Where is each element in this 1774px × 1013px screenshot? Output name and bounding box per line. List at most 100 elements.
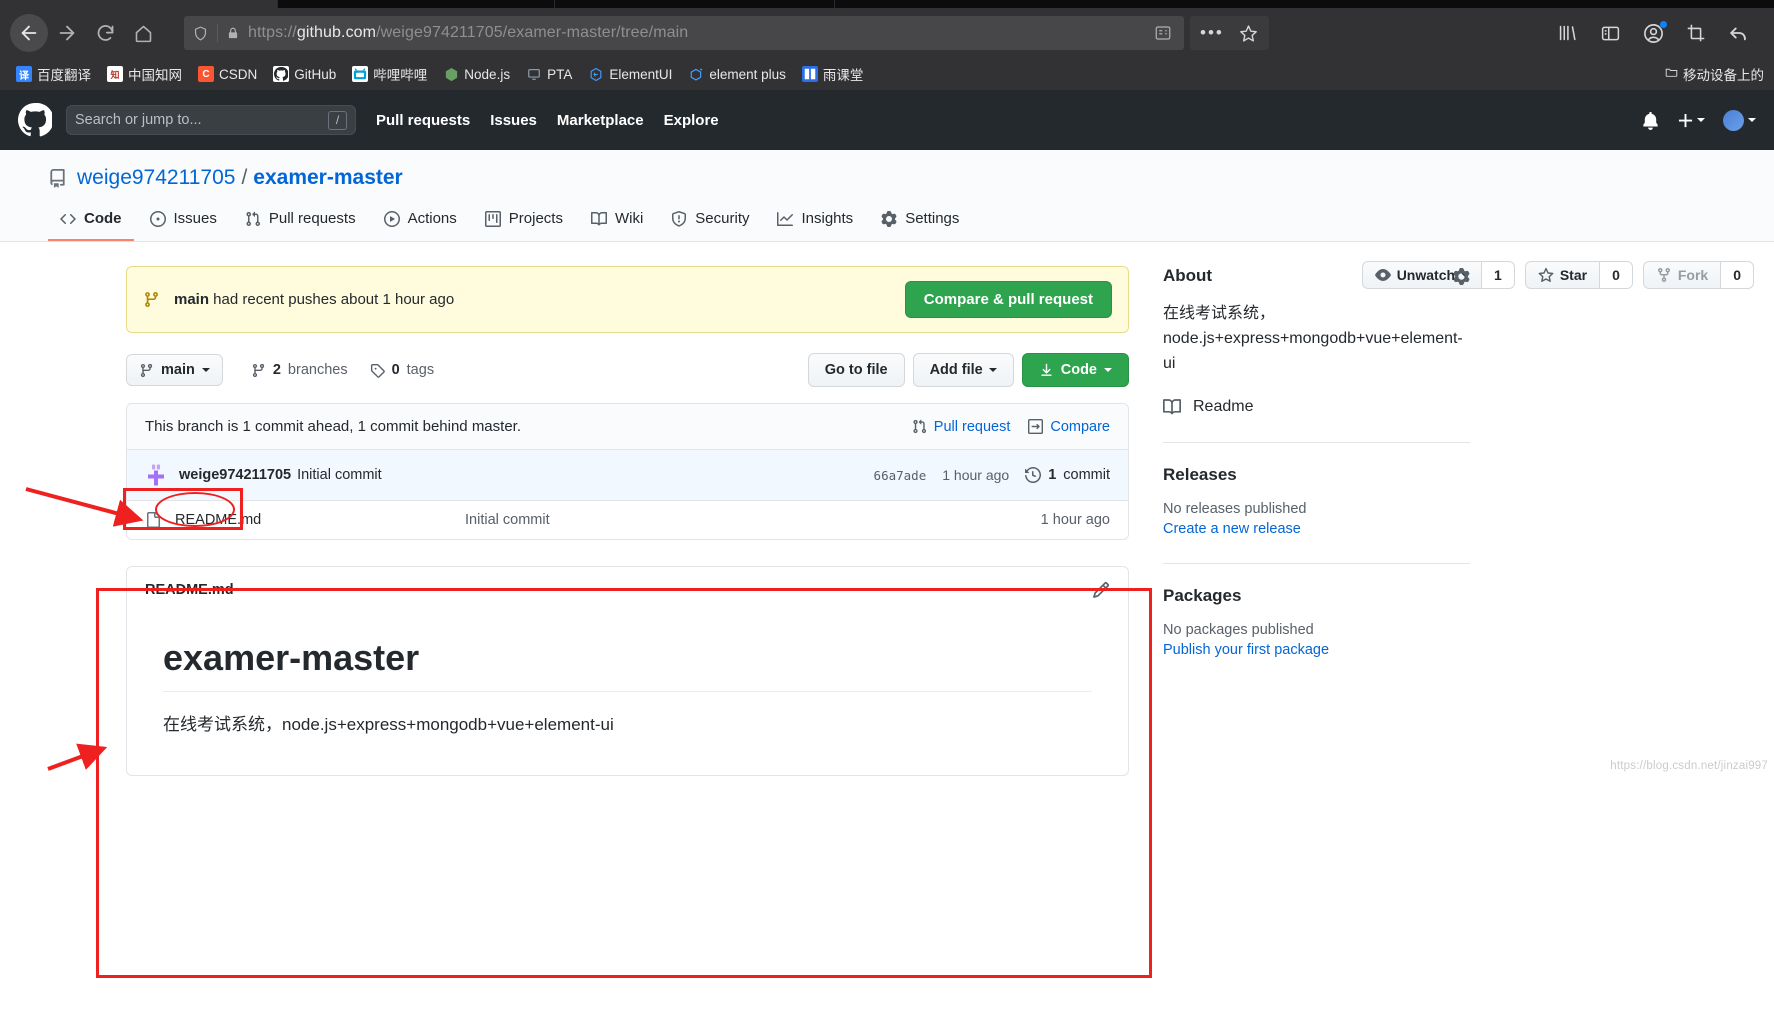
search-placeholder: Search or jump to... [75, 112, 202, 128]
nav-marketplace[interactable]: Marketplace [557, 112, 644, 129]
address-bar[interactable]: https://github.com/weige974211705/examer… [184, 16, 1184, 50]
bookmark-item[interactable]: PTA [518, 64, 580, 84]
library-icon[interactable] [1555, 22, 1579, 44]
forward-button[interactable] [48, 14, 86, 52]
repo-header: weige974211705 / examer-master Code Issu… [0, 150, 1774, 242]
search-input[interactable]: Search or jump to... / [66, 105, 356, 135]
bookmark-item[interactable]: 知 中国知网 [99, 62, 190, 86]
bookmark-item[interactable]: element plus [680, 64, 794, 84]
branch-compare-row: This branch is 1 commit ahead, 1 commit … [127, 404, 1128, 450]
compare-link[interactable]: Compare [1028, 419, 1110, 435]
pull-request-link[interactable]: Pull request [912, 418, 1011, 435]
bookmark-item[interactable]: 雨课堂 [794, 62, 872, 86]
reload-button[interactable] [86, 14, 124, 52]
bookmark-label: GitHub [294, 66, 337, 82]
repo-tab-pull-requests[interactable]: Pull requests [233, 202, 368, 241]
commit-count-label: commit [1063, 467, 1110, 483]
shield-icon[interactable] [192, 24, 209, 43]
repo-tab-projects[interactable]: Projects [473, 202, 575, 241]
nav-pull-requests[interactable]: Pull requests [376, 112, 470, 129]
file-row[interactable]: README.md Initial commit 1 hour ago [127, 501, 1128, 539]
sidebar-readme-link[interactable]: Readme [1163, 398, 1470, 416]
file-name[interactable]: README.md [175, 512, 465, 528]
repo-tab-label: Insights [801, 210, 854, 227]
bookmark-item[interactable]: C CSDN [190, 64, 265, 84]
repo-tab-label: Settings [905, 210, 960, 227]
github-icon [273, 66, 290, 82]
repo-tab-insights[interactable]: Insights [765, 202, 865, 241]
user-menu-button[interactable] [1723, 109, 1756, 131]
url-text[interactable]: https://github.com/weige974211705/examer… [248, 24, 688, 42]
publish-package-link[interactable]: Publish your first package [1163, 642, 1470, 658]
bookmark-item[interactable]: Node.js [435, 64, 518, 84]
tab-strip[interactable] [0, 0, 1774, 8]
bookmark-item[interactable]: 译 百度翻译 [8, 62, 99, 86]
new-menu-button[interactable] [1678, 113, 1705, 128]
branch-selector-button[interactable]: main [126, 354, 223, 386]
browser-chrome: https://github.com/weige974211705/examer… [0, 0, 1774, 90]
file-commit-message[interactable]: Initial commit [465, 512, 1041, 528]
page-actions-more-icon[interactable]: ••• [1200, 23, 1224, 43]
commit-message[interactable]: Initial commit [297, 467, 382, 483]
pull-request-link-label: Pull request [933, 418, 1011, 435]
tag-icon [370, 363, 385, 378]
repo-tab-actions[interactable]: Actions [372, 202, 469, 241]
repo-owner-link[interactable]: weige974211705 [77, 166, 235, 190]
repo-tab-issues[interactable]: Issues [138, 202, 229, 241]
add-file-button[interactable]: Add file [912, 353, 1014, 387]
branches-count[interactable]: 2 branches [251, 362, 348, 378]
create-release-link[interactable]: Create a new release [1163, 521, 1470, 537]
bookmark-item[interactable]: ElementUI [580, 64, 680, 84]
baidu-fanyi-icon: 译 [16, 66, 32, 82]
bookmark-label: element plus [709, 66, 786, 82]
undo-icon[interactable] [1727, 22, 1750, 44]
repo-tab-settings[interactable]: Settings [869, 202, 971, 241]
pencil-icon[interactable] [1092, 581, 1110, 599]
github-mark-icon[interactable] [18, 103, 52, 137]
nav-explore[interactable]: Explore [664, 112, 719, 129]
bookmark-item[interactable]: GitHub [265, 64, 344, 84]
repo-tab-security[interactable]: Security [659, 202, 761, 241]
commit-meta: 66a7ade 1 hour ago 1 commit [874, 467, 1110, 483]
sidebar-icon[interactable] [1599, 23, 1622, 44]
bookmark-label: ElementUI [609, 66, 673, 82]
current-branch-label: main [161, 362, 195, 378]
repo-name-link[interactable]: examer-master [253, 166, 402, 190]
account-button[interactable] [1642, 20, 1667, 45]
repo-tab-code[interactable]: Code [48, 202, 134, 241]
repository-icon [50, 168, 65, 188]
repo-tab-label: Issues [173, 210, 217, 227]
plus-icon [1678, 113, 1693, 127]
reader-view-icon[interactable] [1154, 24, 1172, 42]
bookmarks-overflow[interactable]: 移动设备上的 [1665, 64, 1766, 84]
browser-tab[interactable] [278, 0, 555, 8]
url-domain: github.com [296, 24, 377, 41]
chevron-down-icon [1748, 118, 1756, 122]
branch-icon [143, 291, 160, 308]
browser-tab[interactable] [555, 0, 835, 8]
bookmark-item[interactable]: 哔哩哔哩 [344, 62, 435, 86]
compare-pull-request-button[interactable]: Compare & pull request [904, 281, 1112, 318]
browser-tab[interactable] [0, 0, 278, 8]
commit-author-name[interactable]: weige974211705 [179, 467, 291, 483]
graph-icon [777, 211, 794, 227]
notifications-bell-icon[interactable] [1641, 111, 1660, 130]
home-button[interactable] [124, 14, 162, 52]
pta-icon [526, 66, 542, 82]
commit-author-avatar[interactable] [145, 464, 167, 486]
back-button[interactable] [10, 14, 48, 52]
lock-icon[interactable] [226, 25, 240, 42]
commit-count-link[interactable]: 1 commit [1025, 467, 1110, 483]
elementui-logo-icon [590, 67, 602, 81]
commit-sha[interactable]: 66a7ade [874, 468, 927, 483]
recent-push-text: main had recent pushes about 1 hour ago [174, 291, 454, 308]
nav-issues[interactable]: Issues [490, 112, 537, 129]
branch-compare-actions: Pull request Compare [912, 419, 1110, 435]
screenshot-icon[interactable] [1685, 22, 1707, 44]
code-download-button[interactable]: Code [1021, 353, 1129, 387]
tags-count[interactable]: 0 tags [370, 362, 434, 378]
gear-icon[interactable] [1453, 267, 1470, 285]
bookmark-star-icon[interactable] [1238, 23, 1259, 44]
repo-tab-wiki[interactable]: Wiki [579, 202, 655, 241]
go-to-file-button[interactable]: Go to file [807, 353, 905, 387]
